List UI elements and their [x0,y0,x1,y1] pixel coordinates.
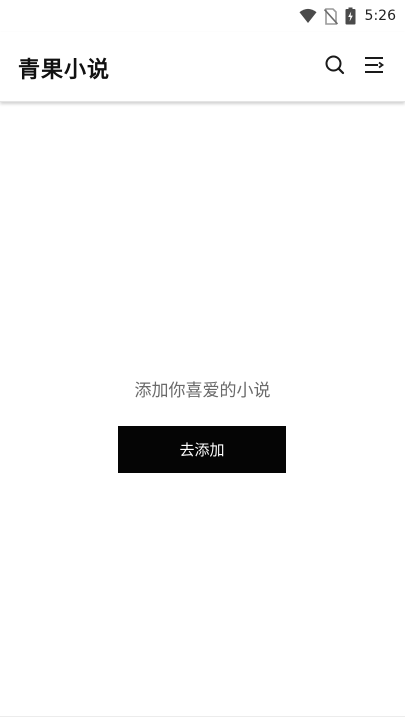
app-title: 青果小说 [18,58,111,83]
wifi-icon [299,8,317,24]
status-time: 5:26 [364,8,396,24]
status-bar: 5:26 [0,0,405,32]
add-novel-button[interactable]: 去添加 [118,426,286,473]
bookshelf-screen: 5:26 青果小说 添加你喜爱的小说 去添加 [0,0,405,720]
empty-state-message: 添加你喜爱的小说 [134,381,271,401]
menu-button[interactable] [362,53,388,79]
app-bar: 青果小说 [0,32,405,102]
search-button[interactable] [323,53,349,79]
menu-icon [362,57,386,81]
battery-charging-icon [345,7,356,25]
no-sim-icon [323,7,338,25]
bottom-divider [0,716,405,717]
search-icon [323,55,347,81]
